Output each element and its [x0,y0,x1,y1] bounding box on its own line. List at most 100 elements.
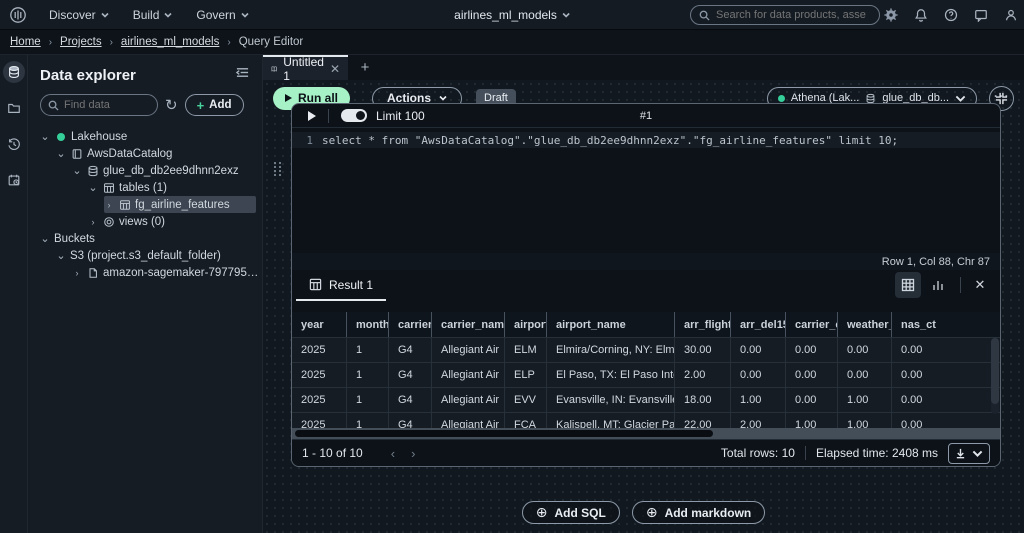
close-results-icon[interactable]: ✕ [970,277,990,293]
views-icon [102,215,115,228]
chevron-down-icon[interactable]: ⌄ [88,182,98,193]
chevron-down-icon[interactable]: ⌄ [56,250,66,261]
table-row[interactable]: 2025 1 G4 Allegiant Air EVV Evansville, IN: E… [292,387,1000,412]
table-view-icon[interactable] [895,272,921,298]
nav-menu-govern[interactable]: Govern [184,8,260,22]
download-icon [956,448,965,458]
tree-item-buckets[interactable]: ⌄ Buckets [40,230,262,247]
chevron-down-icon [439,95,447,101]
column-header-carrier_ct[interactable]: carrier_ct [785,312,837,337]
next-page-icon[interactable]: › [411,446,415,461]
table-cell: 0.00 [891,363,1000,387]
result-tab-label: Result 1 [329,277,374,292]
tab-untitled-1[interactable]: Untitled 1 ✕ [263,55,348,83]
breadcrumb-item[interactable]: airlines_ml_models [121,36,219,48]
tree-item-awsdatacatalog[interactable]: ⌄ AwsDataCatalog [56,145,262,162]
close-tab-icon[interactable]: ✕ [330,62,340,76]
global-search-input[interactable] [716,9,866,21]
breadcrumb-item[interactable]: Projects [60,36,102,48]
new-tab-button[interactable]: + [348,55,382,80]
table-row[interactable]: 2025 1 G4 Allegiant Air ELP El Paso, TX: El P… [292,362,1000,387]
cell-drag-handle[interactable] [274,162,282,176]
table-cell: G4 [388,338,431,362]
add-data-button[interactable]: + Add [184,94,244,116]
tree-item-glue-db-db2ee9dhnn2exz[interactable]: ⌄ glue_db_db2ee9dhnn2exz [72,162,262,179]
column-header-weather_ct[interactable]: weather_ct [837,312,891,337]
global-search[interactable] [690,5,880,25]
app-logo-icon[interactable] [9,6,27,24]
results-grid: year month carrier carrier_name airport airpo… [292,312,1000,439]
chevron-down-icon [562,12,570,18]
table-cell: 2025 [301,369,326,381]
table-cell: El Paso, TX: El Paso Internati... [546,363,674,387]
breadcrumb-separator: › [48,36,53,48]
feedback-icon[interactable] [973,8,988,23]
tree-item-label: Lakehouse [71,130,128,143]
table-cell: ELP [504,363,546,387]
add-sql-label: Add SQL [554,505,606,520]
chevron-right-icon[interactable]: › [88,217,98,227]
add-sql-button[interactable]: ⊕ Add SQL [521,501,620,524]
vertical-scrollbar[interactable] [991,338,999,414]
tree-item-label: S3 (project.s3_default_folder) [70,249,221,262]
history-icon[interactable] [3,133,25,155]
folder-icon[interactable] [3,97,25,119]
data-explorer-icon[interactable] [2,61,25,83]
data-tree: ⌄ Lakehouse ⌄ AwsDataCatalog ⌄ glue_db_db2ee9… [28,126,262,281]
column-header-airport_name[interactable]: airport_name [546,312,674,337]
notebook-canvas: ... Run all Actions Draft Athena (Lak...… [263,80,1024,533]
catalog-icon [70,147,83,160]
table-cell: 18.00 [674,388,730,412]
chevron-down-icon[interactable]: ⌄ [40,131,50,142]
total-rows-label: Total rows: 10 [720,446,795,460]
table-cell: Allegiant Air [431,338,504,362]
breadcrumb-item[interactable]: Home [10,36,41,48]
column-header-year[interactable]: year [292,312,346,337]
column-header-nas_ct[interactable]: nas_ct [891,312,1000,337]
refresh-icon[interactable]: ↻ [165,98,178,113]
tree-item-amazon-sagemaker-79779545-[interactable]: › amazon-sagemaker-79779545... [72,264,263,281]
table-cell: 1 [346,388,388,412]
scheduled-queries-icon[interactable] [3,169,25,191]
results-header-row: year month carrier carrier_name airport airpo… [292,312,1000,337]
limit-toggle[interactable] [341,109,367,122]
horizontal-scrollbar[interactable] [292,428,1000,439]
chevron-down-icon[interactable]: ⌄ [40,233,50,244]
column-header-carrier_name[interactable]: carrier_name [431,312,504,337]
chevron-down-icon[interactable]: ⌄ [72,165,82,176]
find-data-search[interactable] [40,94,158,116]
top-nav-menus: Discover Build Govern [37,8,261,22]
tree-item-s3-project-s3-default-folder-[interactable]: ⌄ S3 (project.s3_default_folder) [56,247,262,264]
column-header-month[interactable]: month [346,312,388,337]
tree-item-views-0-[interactable]: › views (0) [88,213,262,230]
tree-item-tables-1-[interactable]: ⌄ tables (1) [88,179,262,196]
chevron-down-icon [955,95,966,102]
nav-menu-build[interactable]: Build [121,8,185,22]
add-markdown-button[interactable]: ⊕ Add markdown [631,501,766,524]
profile-icon[interactable] [1003,8,1018,23]
connection-status-dot [777,94,785,102]
prev-page-icon[interactable]: ‹ [391,446,395,461]
chevron-right-icon[interactable]: › [72,268,82,278]
column-header-arr_flights[interactable]: arr_flights [674,312,730,337]
chevron-down-icon[interactable]: ⌄ [56,148,66,159]
tree-item-fg-airline-features[interactable]: › fg_airline_features [104,196,256,213]
project-selector[interactable]: airlines_ml_models [454,8,570,22]
find-data-input[interactable] [64,99,149,111]
run-cell-icon[interactable] [308,110,316,121]
column-header-arr_del15[interactable]: arr_del15 [730,312,785,337]
bell-icon[interactable] [913,8,928,23]
chart-view-icon[interactable] [925,272,951,298]
gear-icon[interactable] [883,8,898,23]
chevron-right-icon[interactable]: › [104,200,114,210]
column-header-airport[interactable]: airport [504,312,546,337]
tab-result-1[interactable]: Result 1 [296,270,387,301]
nav-menu-discover[interactable]: Discover [37,8,121,22]
sql-editor[interactable]: 1 select * from "AwsDataCatalog"."glue_d… [292,128,1000,253]
download-results-button[interactable] [948,442,990,464]
help-icon[interactable] [943,8,958,23]
table-row[interactable]: 2025 1 G4 Allegiant Air ELM Elmira/Corning, N… [292,337,1000,362]
collapse-panel-icon[interactable] [235,66,250,84]
column-header-carrier[interactable]: carrier [388,312,431,337]
tree-item-lakehouse[interactable]: ⌄ Lakehouse [40,128,262,145]
